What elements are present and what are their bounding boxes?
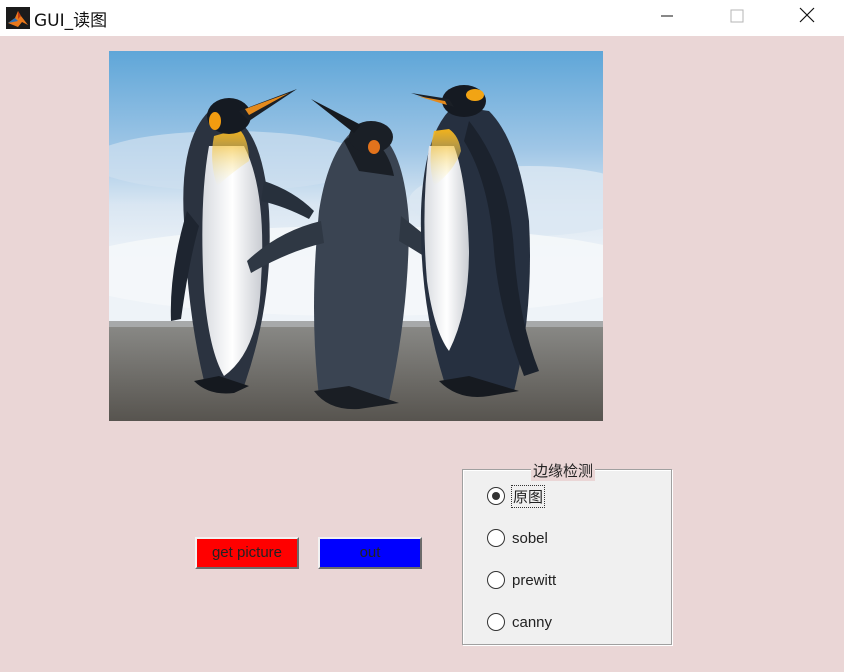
close-icon <box>799 7 815 27</box>
maximize-icon <box>730 8 744 27</box>
matlab-icon <box>6 7 30 29</box>
radio-label: sobel <box>512 529 548 547</box>
app-window: GUI_读图 get picture out 边缘检测 原图 sobel pre… <box>0 0 844 672</box>
out-button[interactable]: out <box>318 537 422 569</box>
edge-detection-panel: 边缘检测 原图 sobel prewitt canny <box>462 460 672 645</box>
radio-sobel[interactable]: sobel <box>487 527 548 549</box>
penguins-image <box>109 51 603 421</box>
get-picture-button[interactable]: get picture <box>195 537 299 569</box>
radio-prewitt[interactable]: prewitt <box>487 569 556 591</box>
window-title: GUI_读图 <box>34 11 108 31</box>
radio-label: canny <box>512 613 553 631</box>
close-button[interactable] <box>784 0 830 34</box>
panel-title: 边缘检测 <box>531 460 596 481</box>
title-bar: GUI_读图 <box>0 0 844 37</box>
maximize-button[interactable] <box>714 0 760 34</box>
minimize-icon <box>660 8 674 27</box>
minimize-button[interactable] <box>644 0 690 34</box>
radio-unselected-icon <box>487 613 505 631</box>
radio-unselected-icon <box>487 571 505 589</box>
radio-selected-icon <box>487 487 505 505</box>
radio-label: prewitt <box>512 571 557 589</box>
radio-original[interactable]: 原图 <box>487 484 546 508</box>
radio-unselected-icon <box>487 529 505 547</box>
radio-label: 原图 <box>510 484 546 508</box>
figure-content: get picture out 边缘检测 原图 sobel prewitt ca… <box>0 36 844 672</box>
image-display-axes <box>109 51 603 421</box>
radio-canny[interactable]: canny <box>487 611 552 633</box>
